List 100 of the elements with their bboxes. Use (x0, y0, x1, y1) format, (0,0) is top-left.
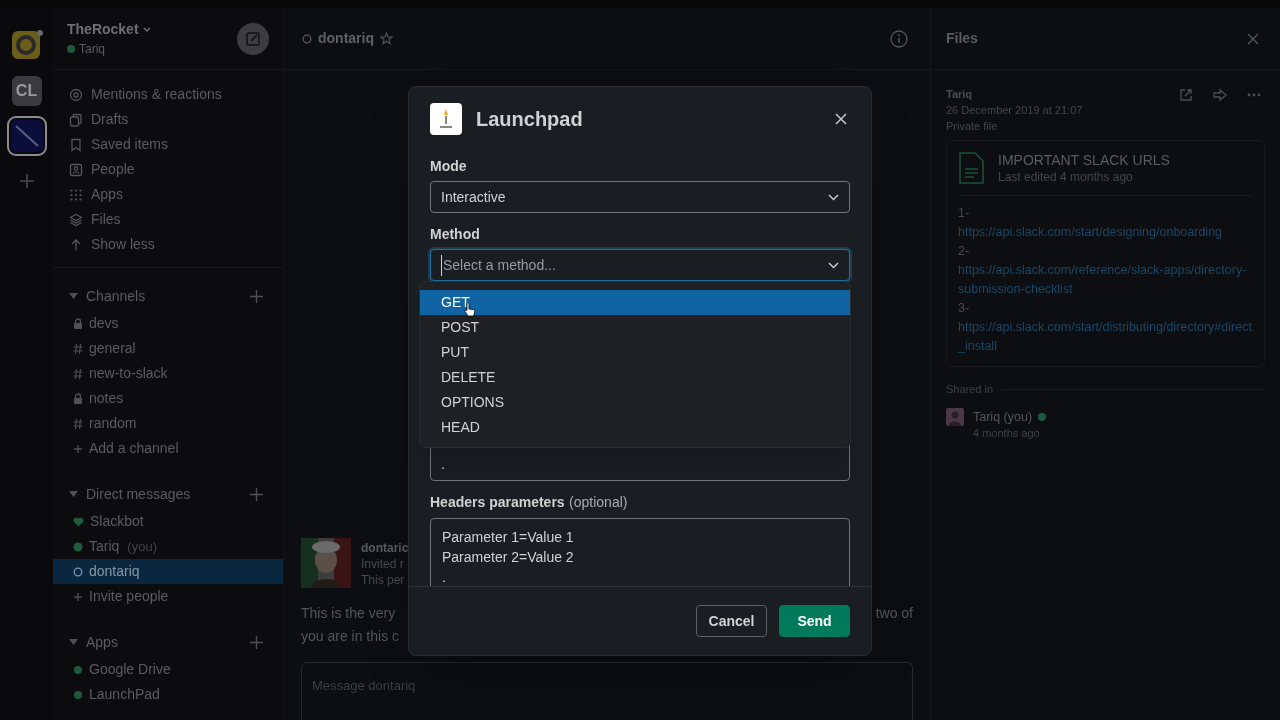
lock-icon (73, 392, 83, 405)
triangle-down-icon (69, 491, 78, 497)
up-arrow-icon (69, 237, 83, 252)
sidebar-item[interactable]: notes (53, 386, 283, 411)
bookmark-icon (69, 137, 83, 152)
status-dot-icon (73, 689, 83, 700)
status-icon (67, 45, 75, 53)
channel-name[interactable]: dontariq (318, 28, 374, 49)
hash-icon (73, 367, 83, 380)
nav-item[interactable]: People (53, 157, 283, 182)
intro-text: This is the very (301, 604, 396, 623)
triangle-down-icon (69, 639, 78, 645)
status-icon (73, 541, 83, 552)
nav-item[interactable]: Files (53, 207, 283, 232)
plus-icon[interactable] (250, 635, 263, 649)
list-number: 3- (958, 300, 971, 317)
person-icon (946, 407, 964, 426)
intro-text: two of (875, 604, 913, 623)
nav-item[interactable]: Apps (53, 182, 283, 207)
nav-item[interactable]: Show less (53, 232, 283, 257)
plus-icon (73, 443, 83, 454)
heart-icon (73, 516, 84, 527)
dialog-title: Launchpad (476, 106, 584, 132)
file-card[interactable] (946, 140, 1265, 367)
stacked-pages-icon (69, 112, 83, 127)
section-header[interactable]: Apps (86, 631, 242, 653)
list-number: 1- (958, 205, 971, 222)
workspace-tile[interactable]: CL (11, 76, 42, 106)
dropdown-option[interactable]: GET (420, 290, 850, 315)
panel-title: Files (946, 29, 978, 48)
external-link-icon[interactable] (1179, 88, 1193, 102)
you-suffix: (you) (127, 537, 157, 556)
star-icon[interactable] (380, 32, 393, 45)
grid-dots-icon (69, 187, 83, 202)
message-text: This per (361, 572, 406, 588)
sidebar-item[interactable]: devs (53, 311, 283, 336)
ring-logo-icon[interactable] (10, 30, 43, 62)
sidebar-item[interactable]: Tariq (you) (53, 534, 283, 559)
caret-icon (142, 26, 151, 33)
info-icon[interactable] (890, 29, 908, 48)
dropdown-option[interactable]: PUT (420, 340, 850, 365)
pencil-icon (245, 30, 261, 47)
file-title: IMPORTANT SLACK URLS (998, 151, 1170, 169)
section-header[interactable]: Channels (86, 285, 242, 307)
author-name[interactable]: dontaric (361, 540, 409, 556)
status-icon (1038, 412, 1047, 421)
file-edited: Last edited 4 months ago (998, 169, 1134, 185)
url-link[interactable]: https://api.slack.com/start/designing/onboarding (958, 223, 1253, 242)
hash-icon (73, 342, 83, 355)
layers-icon (69, 212, 83, 227)
hash-icon (73, 417, 83, 430)
sidebar-item[interactable]: dontariq (53, 559, 283, 584)
cancel-button[interactable]: Cancel (696, 605, 767, 637)
rocket-logo-icon (430, 102, 462, 135)
file-owner[interactable]: Tariq (946, 86, 1083, 102)
chevron-down-icon (828, 261, 839, 269)
sidebar-item[interactable]: Google Drive (53, 657, 283, 682)
sidebar-item[interactable]: LaunchPad (53, 682, 283, 707)
workspace-name[interactable]: TheRocket (67, 19, 139, 40)
sidebar-item[interactable]: Slackbot (53, 509, 283, 534)
at-sign-icon (69, 87, 83, 102)
sidebar-item[interactable]: Add a channel (53, 436, 283, 461)
nav-item[interactable]: Mentions & reactions (53, 82, 283, 107)
send-button[interactable]: Send (779, 605, 850, 637)
field-label: Method (430, 225, 481, 244)
sidebar-item[interactable]: Invite people (53, 584, 283, 609)
plus-icon (73, 591, 83, 602)
plus-icon[interactable] (250, 289, 263, 303)
sidebar-item[interactable]: random (53, 411, 283, 436)
nav-item[interactable]: Saved items (53, 132, 283, 157)
presence-ring-icon (73, 566, 83, 577)
user-name: Tariq (79, 41, 105, 58)
plus-icon[interactable] (250, 487, 263, 501)
field-label: Mode (430, 157, 468, 176)
sidebar-item[interactable]: general (53, 336, 283, 361)
sidebar-item[interactable]: new-to-slack (53, 361, 283, 386)
status-dot-icon (73, 664, 83, 675)
nav-item[interactable]: Drafts (53, 107, 283, 132)
field-label: Headers parameters (optional) (430, 493, 629, 512)
section-header[interactable]: Direct messages (86, 483, 242, 505)
document-icon (958, 152, 984, 184)
method-select[interactable]: Select a method... (430, 249, 850, 281)
item-label: Tariq (89, 537, 120, 556)
plus-icon[interactable] (19, 174, 34, 188)
compose-button[interactable] (237, 22, 269, 55)
lock-icon (73, 317, 83, 330)
url-link[interactable]: https://api.slack.com/reference/slack-apps/directory-submission-checklist (958, 261, 1253, 299)
user-name[interactable]: Tariq (you) (973, 407, 1033, 426)
triangle-down-icon (69, 293, 78, 299)
dropdown-option[interactable]: OPTIONS (420, 390, 850, 415)
mode-select[interactable]: Interactive (430, 181, 850, 213)
intro-text: you are in this c (301, 627, 401, 646)
url-link[interactable]: https://api.slack.com/start/distributing/directory#direct_install (958, 318, 1253, 356)
dropdown-option[interactable]: POST (420, 315, 850, 340)
dropdown-option[interactable]: DELETE (420, 365, 850, 390)
dropdown-option[interactable]: HEAD (420, 415, 850, 440)
share-arrow-icon[interactable] (1213, 88, 1227, 102)
chevron-down-icon (828, 193, 839, 201)
presence-ring-icon (302, 33, 312, 44)
contact-card-icon (69, 162, 83, 177)
